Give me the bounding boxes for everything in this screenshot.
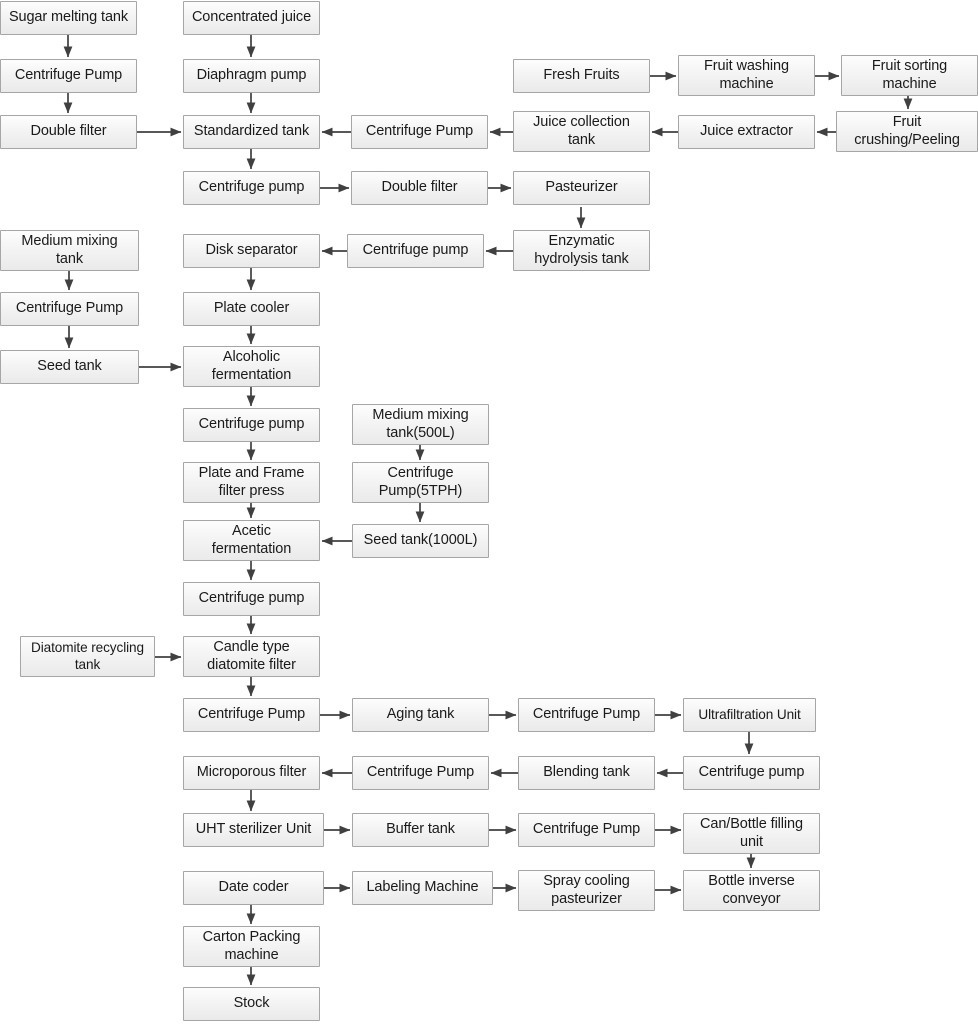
process-node-diatomite_recycling_tank[interactable]: Diatomite recycling tank: [20, 636, 155, 677]
process-node-disk_separator[interactable]: Disk separator: [183, 234, 320, 268]
process-node-enzymatic_hydrolysis[interactable]: Enzymatic hydrolysis tank: [513, 230, 650, 271]
process-node-centrifuge_pump_3[interactable]: Centrifuge Pump: [351, 115, 488, 149]
process-node-acetic_fermentation[interactable]: Acetic fermentation: [183, 520, 320, 561]
process-node-fruit_crushing_peeling[interactable]: Fruit crushing/Peeling: [836, 111, 978, 152]
process-node-centrifuge_pump_10[interactable]: Centrifuge pump: [683, 756, 820, 790]
process-node-date_coder[interactable]: Date coder: [183, 871, 324, 905]
process-node-juice_extractor[interactable]: Juice extractor: [678, 115, 815, 149]
process-node-bottle_inverse_conveyor[interactable]: Bottle inverse conveyor: [683, 870, 820, 911]
process-node-juice_collection_tank[interactable]: Juice collection tank: [513, 111, 650, 152]
process-node-candle_diatomite_filter[interactable]: Candle type diatomite filter: [183, 636, 320, 677]
process-node-plate_frame_filter[interactable]: Plate and Frame filter press: [183, 462, 320, 503]
process-node-centrifuge_pump_7[interactable]: Centrifuge pump: [183, 582, 320, 616]
process-node-stock[interactable]: Stock: [183, 987, 320, 1021]
process-node-centrifuge_pump_12[interactable]: Centrifuge Pump: [518, 813, 655, 847]
process-node-medium_mixing_tank_500l[interactable]: Medium mixing tank(500L): [352, 404, 489, 445]
process-node-seed_tank_1000l[interactable]: Seed tank(1000L): [352, 524, 489, 558]
process-node-plate_cooler[interactable]: Plate cooler: [183, 292, 320, 326]
process-node-buffer_tank[interactable]: Buffer tank: [352, 813, 489, 847]
process-node-concentrated_juice[interactable]: Concentrated juice: [183, 1, 320, 35]
process-node-alcoholic_fermentation[interactable]: Alcoholic fermentation: [183, 346, 320, 387]
process-node-carton_packing_machine[interactable]: Carton Packing machine: [183, 926, 320, 967]
process-node-labeling_machine[interactable]: Labeling Machine: [352, 871, 493, 905]
process-node-double_filter_1[interactable]: Double filter: [0, 115, 137, 149]
process-node-centrifuge_pump_5[interactable]: Centrifuge Pump: [0, 292, 139, 326]
process-node-ultrafiltration_unit[interactable]: Ultrafiltration Unit: [683, 698, 816, 732]
process-node-sugar_melting_tank[interactable]: Sugar melting tank: [0, 1, 137, 35]
process-node-centrifuge_pump_6[interactable]: Centrifuge pump: [183, 408, 320, 442]
process-node-centrifuge_pump_9[interactable]: Centrifuge Pump: [518, 698, 655, 732]
process-node-centrifuge_pump_11[interactable]: Centrifuge Pump: [352, 756, 489, 790]
process-node-double_filter_2[interactable]: Double filter: [351, 171, 488, 205]
process-node-spray_cooling_pasteurizer[interactable]: Spray cooling pasteurizer: [518, 870, 655, 911]
process-node-centrifuge_pump_2[interactable]: Centrifuge pump: [183, 171, 320, 205]
process-node-medium_mixing_tank[interactable]: Medium mixing tank: [0, 230, 139, 271]
process-node-microporous_filter[interactable]: Microporous filter: [183, 756, 320, 790]
process-node-centrifuge_pump_8[interactable]: Centrifuge Pump: [183, 698, 320, 732]
process-node-seed_tank[interactable]: Seed tank: [0, 350, 139, 384]
process-node-centrifuge_pump_5tph[interactable]: Centrifuge Pump(5TPH): [352, 462, 489, 503]
process-node-fruit_washing_machine[interactable]: Fruit washing machine: [678, 55, 815, 96]
process-node-fresh_fruits[interactable]: Fresh Fruits: [513, 59, 650, 93]
process-node-diaphragm_pump[interactable]: Diaphragm pump: [183, 59, 320, 93]
flowchart-canvas: Sugar melting tank Centrifuge Pump Double …: [0, 0, 978, 1024]
process-node-standardized_tank[interactable]: Standardized tank: [183, 115, 320, 149]
process-node-uht_sterilizer_unit[interactable]: UHT sterilizer Unit: [183, 813, 324, 847]
process-node-aging_tank[interactable]: Aging tank: [352, 698, 489, 732]
process-node-centrifuge_pump_4[interactable]: Centrifuge pump: [347, 234, 484, 268]
process-node-centrifuge_pump_1[interactable]: Centrifuge Pump: [0, 59, 137, 93]
process-node-can_bottle_filling_unit[interactable]: Can/Bottle filling unit: [683, 813, 820, 854]
process-node-fruit_sorting_machine[interactable]: Fruit sorting machine: [841, 55, 978, 96]
process-node-pasteurizer[interactable]: Pasteurizer: [513, 171, 650, 205]
process-node-blending_tank[interactable]: Blending tank: [518, 756, 655, 790]
